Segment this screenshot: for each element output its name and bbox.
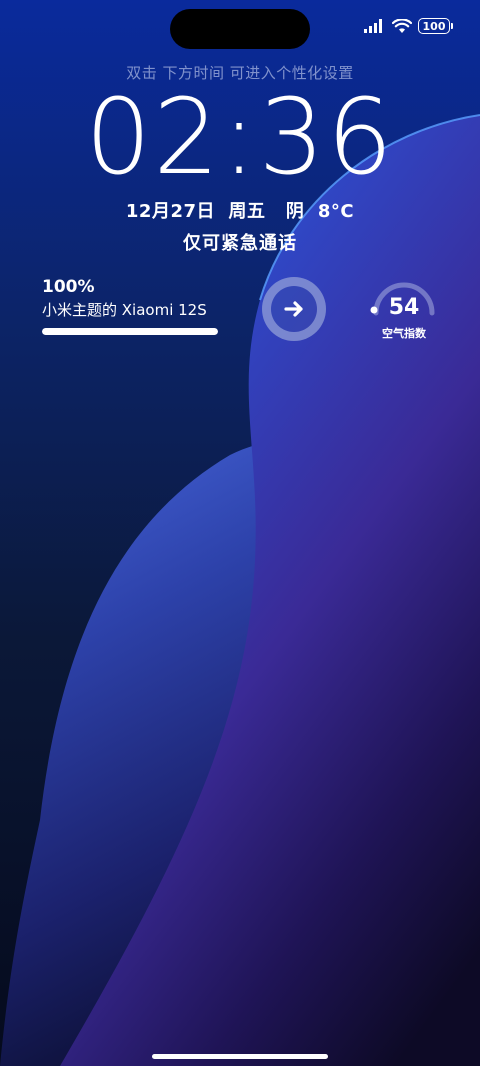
battery-level-text: 100 [422, 19, 446, 33]
signal-bars-icon [364, 19, 382, 33]
arrow-right-icon [284, 301, 303, 317]
aqi-label: 空气指数 [382, 327, 426, 340]
air-quality-widget[interactable]: 54 空气指数 [368, 273, 438, 343]
battery-percent: 100% [42, 277, 95, 297]
emergency-call-text[interactable]: 仅可紧急通话 [0, 229, 480, 255]
battery-bar [42, 328, 218, 335]
lock-clock[interactable]: 02:36 [0, 82, 480, 192]
battery-widget: 100% 小米主题的 Xiaomi 12S [42, 277, 222, 335]
device-name: 小米主题的 Xiaomi 12S [42, 301, 207, 319]
date-weather-line: 12月27日 周五 阴 8°C [125, 201, 355, 222]
clock-minutes: 36 [258, 76, 395, 198]
clock-hours: 02 [85, 76, 222, 198]
wifi-icon [392, 18, 412, 33]
aqi-value: 54 [388, 295, 420, 320]
clock-separator: : [221, 76, 259, 198]
home-indicator[interactable] [152, 1054, 328, 1059]
arrow-button[interactable] [262, 277, 326, 341]
dynamic-island [170, 9, 310, 49]
battery-bar-fill [42, 328, 218, 335]
status-bar: 100 [364, 16, 453, 36]
battery-indicator: 100 [418, 18, 453, 34]
